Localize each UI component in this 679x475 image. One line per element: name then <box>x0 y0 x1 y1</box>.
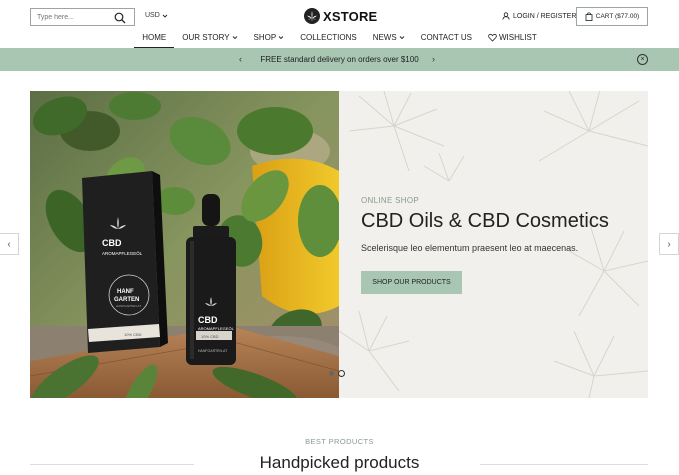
hero-text-panel: ONLINE SHOP CBD Oils & CBD Cosmetics Sce… <box>339 91 648 398</box>
nav-item-contact-us[interactable]: CONTACT US <box>413 30 480 48</box>
nav-item-shop[interactable]: SHOP <box>246 30 293 48</box>
site-logo[interactable]: XSTORE <box>304 7 377 25</box>
currency-label: USD <box>145 12 160 19</box>
chevron-left-icon[interactable]: ‹ <box>239 54 242 64</box>
shopping-bag-icon <box>585 12 593 21</box>
nav-item-news[interactable]: NEWS <box>365 30 413 48</box>
user-icon <box>502 12 510 20</box>
bottle-brand-text: CBD <box>198 315 218 325</box>
login-register-link[interactable]: LOGIN / REGISTER <box>502 12 576 20</box>
chevron-down-icon <box>162 14 168 18</box>
bottle-strip-text: 10% CBD <box>201 334 219 339</box>
section-title: Handpicked products <box>259 453 420 472</box>
promo-bar: ‹ FREE standard delivery on orders over … <box>0 48 679 71</box>
search-icon[interactable] <box>114 12 126 24</box>
box-seal-line1: HANF <box>117 289 134 295</box>
nav-item-label: NEWS <box>372 33 397 42</box>
cart-button[interactable]: CART ($77.00) <box>576 7 648 26</box>
box-seal-ring: HANFGARTEN.AT <box>116 304 141 308</box>
chevron-down-icon <box>278 36 284 40</box>
shop-products-button[interactable]: SHOP OUR PRODUCTS <box>361 271 462 294</box>
main-nav: HOME OUR STORY SHOP COLLECTIONS NEWS CON… <box>0 30 679 48</box>
nav-item-label: OUR STORY <box>182 33 230 42</box>
logo-text: XSTORE <box>323 8 378 24</box>
cannabis-leaf-icon <box>304 8 320 24</box>
bottle-sub-text: AROMAPFLEGEÖL <box>198 326 235 331</box>
hero-eyebrow: ONLINE SHOP <box>361 196 419 205</box>
hero-subtitle: Scelerisque leo elementum praesent leo a… <box>361 243 579 253</box>
nav-item-home[interactable]: HOME <box>134 30 175 48</box>
slider-prev-button[interactable]: ‹ <box>0 233 19 255</box>
section-eyebrow: BEST PRODUCTS <box>305 437 374 446</box>
search-box[interactable] <box>30 8 135 26</box>
nav-item-label: SHOP <box>253 33 277 42</box>
box-seal-line2: GARTEN <box>114 297 139 303</box>
nav-item-label: COLLECTIONS <box>300 33 357 42</box>
nav-item-our-story[interactable]: OUR STORY <box>174 30 245 48</box>
box-sub-text: AROMAPFLEGEÖL <box>102 250 143 256</box>
chevron-down-icon <box>232 36 237 40</box>
nav-item-collections[interactable]: COLLECTIONS <box>292 30 364 48</box>
slider-dot-active[interactable] <box>338 370 345 377</box>
chevron-left-icon: ‹ <box>7 238 11 250</box>
login-label: LOGIN / REGISTER <box>513 12 577 20</box>
nav-item-label: HOME <box>142 33 167 42</box>
slider-next-button[interactable]: › <box>659 233 679 255</box>
slider-pagination <box>329 370 345 377</box>
search-input[interactable] <box>37 13 107 21</box>
divider <box>480 464 648 465</box>
currency-selector[interactable]: USD <box>145 12 168 19</box>
nav-item-label: CONTACT US <box>420 33 472 42</box>
chevron-right-icon[interactable]: › <box>432 54 435 64</box>
close-icon[interactable]: × <box>637 54 648 65</box>
box-brand-text: CBD <box>102 238 122 248</box>
cart-label: CART ($77.00) <box>595 13 640 20</box>
heart-icon <box>488 33 497 42</box>
hero-slider: CBD AROMAPFLEGEÖL HANF GARTEN HANFGARTEN… <box>30 91 648 398</box>
nav-item-label: WISHLIST <box>498 33 537 42</box>
chevron-down-icon <box>399 36 405 40</box>
hero-title: CBD Oils & CBD Cosmetics <box>361 210 609 232</box>
bottle-footer-text: HANFGARTEN.AT <box>198 349 228 353</box>
hero-image: CBD AROMAPFLEGEÖL HANF GARTEN HANFGARTEN… <box>30 91 339 398</box>
nav-item-wishlist[interactable]: WISHLIST <box>480 30 545 48</box>
slider-dot[interactable] <box>329 371 334 376</box>
box-strip-text: 10% CBD <box>124 332 142 337</box>
chevron-right-icon: › <box>667 238 671 250</box>
promo-text: FREE standard delivery on orders over $1… <box>260 55 419 64</box>
